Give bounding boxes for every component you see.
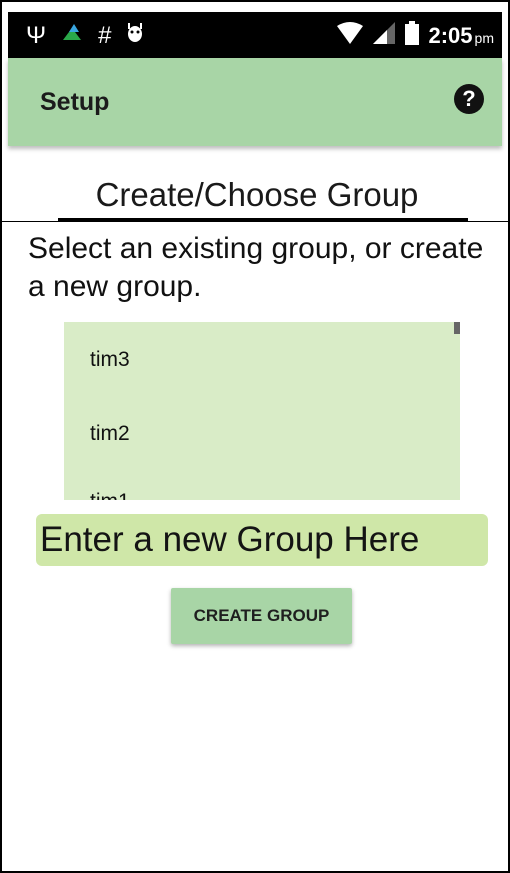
wifi-icon	[336, 22, 363, 49]
hash-icon: #	[98, 21, 112, 49]
app-title: Setup	[40, 88, 110, 116]
app-update-icon	[60, 20, 84, 51]
new-group-input[interactable]	[36, 514, 488, 566]
group-list-item[interactable]: tim2	[90, 422, 130, 446]
page-title: Create/Choose Group	[95, 176, 419, 213]
device-frame: Ψ # 2:05 pm Setup ? Create/Choose Group …	[0, 0, 510, 873]
question-mark-icon: ?	[462, 86, 476, 111]
status-bar: Ψ # 2:05 pm	[8, 12, 502, 58]
group-list-item[interactable]: tim1	[90, 490, 130, 500]
divider	[2, 221, 508, 222]
section-heading: Create/Choose Group	[2, 162, 508, 221]
group-list[interactable]: tim3 tim2 tim1	[64, 322, 460, 500]
android-debug-icon	[125, 20, 145, 51]
help-button[interactable]: ?	[454, 84, 484, 114]
status-clock: 2:05 pm	[428, 22, 495, 48]
battery-icon	[404, 21, 419, 50]
create-group-button[interactable]: CREATE GROUP	[171, 588, 352, 644]
app-bar: Setup ?	[8, 58, 502, 146]
group-list-item[interactable]: tim3	[90, 348, 130, 372]
signal-icon	[372, 22, 395, 49]
list-scrollbar[interactable]	[454, 322, 460, 334]
instructions-text: Select an existing group, or create a ne…	[28, 232, 484, 303]
usb-icon: Ψ	[26, 21, 47, 49]
